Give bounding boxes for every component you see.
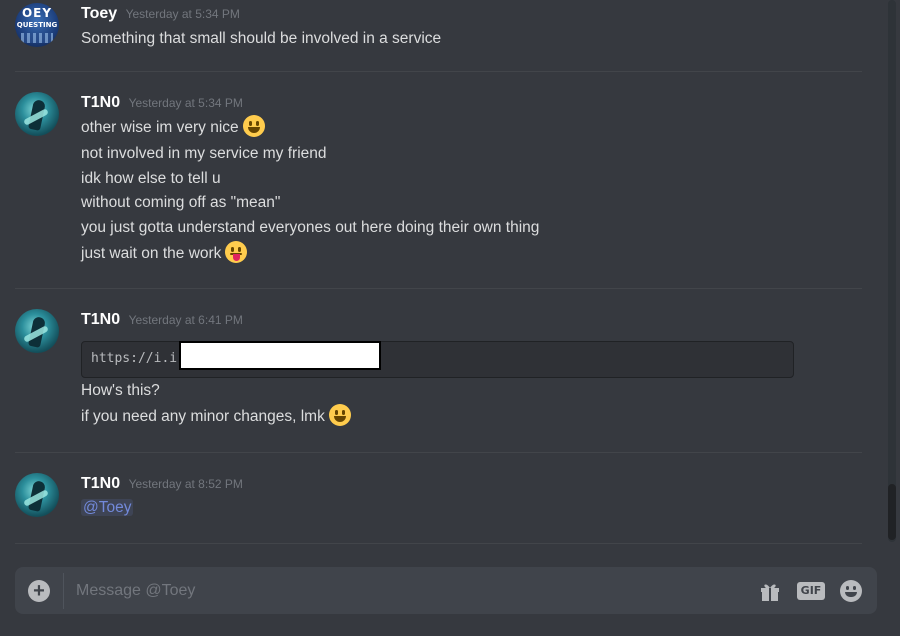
chat-window: OEY QUESTING Toey Yesterday at 5:34 PM S… [0, 0, 900, 636]
composer-separator [63, 573, 64, 609]
message-text: How's this? [81, 382, 160, 399]
redaction-box [179, 341, 381, 370]
user-mention[interactable]: @Toey [81, 499, 134, 516]
plus-circle-icon[interactable]: + [28, 580, 50, 602]
message-text: idk how else to tell u [81, 170, 221, 187]
emoji-picker-icon[interactable] [840, 580, 862, 602]
gift-icon[interactable] [759, 580, 781, 602]
message-header: Toey Yesterday at 5:34 PM [81, 5, 240, 23]
message-header: T1N0 Yesterday at 8:52 PM [81, 475, 243, 493]
stuck-out-tongue-icon [225, 241, 248, 263]
smiley-icon [242, 115, 265, 137]
gif-button[interactable]: GIF [797, 582, 825, 600]
message-divider [15, 543, 862, 544]
message-group-toey: OEY QUESTING Toey Yesterday at 5:34 PM S… [0, 0, 862, 72]
smiley-icon [328, 404, 351, 426]
message-line: other wise im very nice [81, 115, 265, 139]
message-text: other wise im very nice [81, 119, 239, 137]
message-composer: + GIF [15, 567, 877, 614]
avatar-text-line1: OEY [21, 6, 53, 20]
username[interactable]: T1N0 [81, 475, 120, 492]
message-text: not involved in my service my friend [81, 145, 327, 162]
toey-questing-avatar[interactable]: OEY QUESTING [15, 3, 59, 47]
message-line: @Toey [81, 497, 134, 519]
message-header: T1N0 Yesterday at 5:34 PM [81, 94, 243, 112]
message-header: T1N0 Yesterday at 6:41 PM [81, 311, 243, 329]
username[interactable]: T1N0 [81, 94, 120, 111]
message-text: if you need any minor changes, lmk [81, 408, 325, 426]
avatar-text-line2: QUESTING [16, 21, 58, 29]
username[interactable]: Toey [81, 5, 117, 22]
timestamp: Yesterday at 5:34 PM [125, 7, 240, 21]
message-line: just wait on the work [81, 241, 248, 265]
tino-character-avatar[interactable] [15, 92, 59, 136]
scrollbar-thumb[interactable] [888, 484, 896, 540]
timestamp: Yesterday at 8:52 PM [128, 477, 243, 491]
tino-character-avatar[interactable] [15, 473, 59, 517]
message-input[interactable] [76, 578, 736, 604]
timestamp: Yesterday at 5:34 PM [128, 96, 243, 110]
message-text: without coming off as "mean" [81, 194, 281, 211]
message-text: Something that small should be involved … [81, 30, 442, 47]
message-line: if you need any minor changes, lmk [81, 404, 351, 428]
username[interactable]: T1N0 [81, 311, 120, 328]
message-text: just wait on the work [81, 245, 222, 263]
avatar-crowd-decoration [21, 33, 53, 43]
code-link-text[interactable]: https://i.i [91, 351, 177, 366]
scrollbar-track[interactable] [888, 0, 896, 542]
timestamp: Yesterday at 6:41 PM [128, 313, 243, 327]
message-text: you just gotta understand everyones out … [81, 219, 540, 236]
tino-character-avatar[interactable] [15, 309, 59, 353]
